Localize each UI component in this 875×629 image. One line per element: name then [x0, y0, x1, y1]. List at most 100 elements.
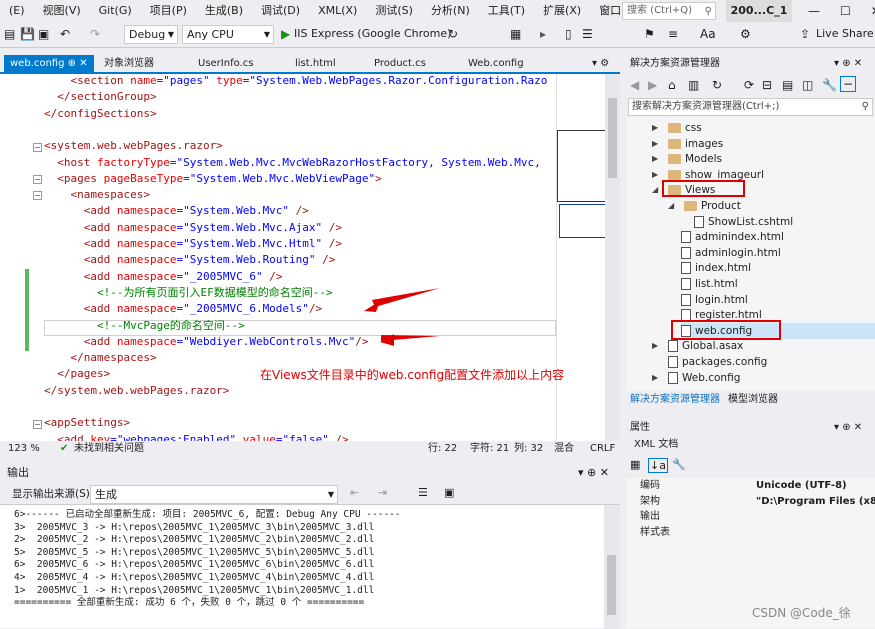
output-source-select[interactable]: 生成 ▼	[90, 485, 338, 504]
output-toolbar: 显示输出来源(S): 生成 ▼ ⇤ ⇥ ☰ ▣	[0, 482, 620, 504]
collapse-icon[interactable]: ◢	[668, 198, 674, 214]
output-line: 6> 2005MVC_6 -> H:\repos\2005MVC_1\2005M…	[14, 559, 375, 571]
tree-item[interactable]: packages.config	[668, 354, 767, 370]
file-icon	[681, 278, 691, 290]
red-arrow-head	[364, 301, 380, 312]
se-search-input[interactable]: 搜索解决方案资源管理器(Ctrl+;) ⚲	[628, 98, 873, 116]
property-value[interactable]: Unicode (UTF-8)	[756, 478, 847, 493]
property-value[interactable]: "D:\Program Files (x86)	[756, 494, 875, 509]
collapse-icon[interactable]: ◢	[652, 182, 658, 198]
watermark: CSDN @Code_徐	[752, 606, 851, 620]
scroll-thumb[interactable]	[607, 555, 616, 615]
tree-item[interactable]: ▶ images	[652, 136, 724, 152]
folder-icon	[668, 123, 681, 133]
word-wrap-icon[interactable]: ▣	[444, 486, 454, 499]
file-icon	[694, 215, 704, 228]
tree-item[interactable]: login.html	[681, 292, 748, 308]
tree-item-label: Product	[701, 200, 741, 212]
properties-toolbar: ▦ ↓a 🔧	[626, 456, 875, 476]
output-scrollbar[interactable]	[604, 505, 620, 629]
wrench-icon[interactable]: 🔧	[672, 458, 686, 471]
tree-item-label: Global.asax	[682, 340, 744, 353]
red-highlight-box	[671, 320, 781, 340]
tree-item[interactable]: list.html	[681, 276, 738, 292]
output-line: 6>------ 已启动全部重新生成: 项目: 2005MVC_6, 配置: D…	[14, 509, 401, 520]
tree-item[interactable]: index.html	[681, 260, 751, 276]
output-source-label: 显示输出来源(S):	[12, 488, 94, 500]
tree-item[interactable]: adminlogin.html	[681, 245, 781, 261]
tree-item[interactable]: adminindex.html	[681, 229, 784, 245]
solution-explorer-title: 解决方案资源管理器 ▾ ⊕ ✕	[626, 55, 875, 73]
panel-pin-icon[interactable]: ▾ ⊕ ✕	[578, 464, 609, 481]
tree-item[interactable]: ShowList.cshtml	[694, 214, 793, 230]
collapse-icon[interactable]: ⊟	[762, 78, 772, 92]
property-name: 输出	[640, 511, 660, 522]
solution-tree: ▶ css ▶ images ▶ Models ▶ show_imageurl ◢ Views ◢ P…	[626, 117, 875, 391]
se-tabs: 解决方案资源管理器 模型浏览器	[626, 391, 875, 408]
wrench-icon[interactable]: 🔧	[822, 78, 837, 92]
props-title-label: 属性	[630, 422, 650, 433]
folder-icon	[668, 138, 681, 149]
tree-item[interactable]: ▶ Models	[652, 151, 722, 167]
expand-icon[interactable]: ▶	[652, 338, 658, 354]
tree-item[interactable]: ▶ css	[652, 120, 702, 136]
tree-item-label: Web.config	[682, 371, 741, 384]
back-icon[interactable]: ◀	[630, 78, 639, 92]
tree-item-label: login.html	[695, 293, 748, 306]
tree-item-label: ShowList.cshtml	[708, 215, 794, 228]
switch-view-icon[interactable]: ▥	[688, 78, 699, 92]
sync-icon[interactable]: ⟳	[744, 78, 754, 92]
tree-item[interactable]: ◢ Product	[668, 198, 741, 214]
expand-icon[interactable]: ▶	[652, 136, 658, 152]
folder-icon	[668, 169, 681, 180]
issues-label[interactable]: 未找到相关问题	[74, 441, 144, 457]
tree-item-label: adminlogin.html	[695, 246, 781, 259]
chevron-down-icon: ▼	[327, 490, 334, 499]
editor-status-bar: 123 % ✔ 未找到相关问题 行: 22 字符: 21 列: 32 混合 CR…	[0, 441, 620, 457]
tab-solution-explorer[interactable]: 解决方案资源管理器	[630, 391, 720, 408]
output-line: 1> 2005MVC_1 -> H:\repos\2005MVC_1\2005M…	[14, 584, 375, 596]
expand-icon[interactable]: ▶	[652, 167, 658, 183]
forward-icon[interactable]: ▶	[648, 78, 657, 92]
tree-item[interactable]: ▶ Global.asax	[652, 338, 744, 354]
find-next-icon[interactable]: ⇥	[378, 486, 387, 499]
char-indicator: 字符: 21	[470, 443, 510, 454]
se-title-label: 解决方案资源管理器	[630, 58, 720, 69]
properties-title: 属性 ▾ ⊕ ✕	[626, 419, 875, 436]
output-line: 5> 2005MVC_5 -> H:\repos\2005MVC_1\2005M…	[14, 546, 375, 558]
output-line: 4> 2005MVC_4 -> H:\repos\2005MVC_1\2005M…	[14, 572, 375, 583]
expand-icon[interactable]: ▶	[652, 370, 658, 386]
panel-pin-icon[interactable]: ▾ ⊕ ✕	[834, 55, 862, 73]
sync-active-icon[interactable]: −	[840, 76, 856, 92]
zoom-level[interactable]: 123 %	[8, 441, 40, 457]
pending-changes-icon[interactable]: ↻	[712, 78, 722, 92]
find-prev-icon[interactable]: ⇤	[350, 486, 359, 499]
check-icon: ✔	[60, 443, 69, 454]
tab-model-browser[interactable]: 模型浏览器	[728, 391, 778, 408]
categorized-icon[interactable]: ▦	[630, 458, 640, 471]
tree-item[interactable]: ▶ Web.config	[652, 370, 741, 386]
output-text[interactable]: 6>------ 已启动全部重新生成: 项目: 2005MVC_6, 配置: D…	[0, 504, 620, 629]
tree-item-label: list.html	[695, 278, 738, 290]
clear-all-icon[interactable]: ☰	[418, 486, 428, 499]
folder-icon	[684, 201, 697, 211]
eol-indicator: CRLF	[590, 443, 616, 454]
preview-icon[interactable]: ◫	[802, 78, 813, 92]
col-indicator: 列: 32	[514, 443, 544, 454]
output-panel-title: 输出 ▾ ⊕ ✕	[0, 464, 620, 481]
expand-icon[interactable]: ▶	[652, 151, 658, 167]
show-all-icon[interactable]: ▤	[782, 78, 793, 92]
output-line: 2> 2005MVC_2 -> H:\repos\2005MVC_1\2005M…	[14, 534, 375, 546]
tree-item-label: packages.config	[682, 356, 768, 368]
se-search-placeholder: 搜索解决方案资源管理器(Ctrl+;)	[632, 101, 780, 112]
panel-pin-icon[interactable]: ▾ ⊕ ✕	[834, 419, 862, 436]
properties-subject: XML 文档	[634, 439, 679, 450]
expand-icon[interactable]: ▶	[652, 120, 658, 136]
alphabetical-icon[interactable]: ↓a	[648, 458, 668, 473]
tree-item-label: Models	[685, 153, 722, 166]
output-line: ========== 全部重新生成: 成功 6 个，失败 0 个，跳过 0 个 …	[14, 597, 365, 609]
folder-icon	[668, 154, 681, 165]
home-icon[interactable]: ⌂	[668, 78, 676, 92]
tree-item-label: css	[685, 122, 702, 134]
tree-item-label: images	[685, 137, 724, 150]
